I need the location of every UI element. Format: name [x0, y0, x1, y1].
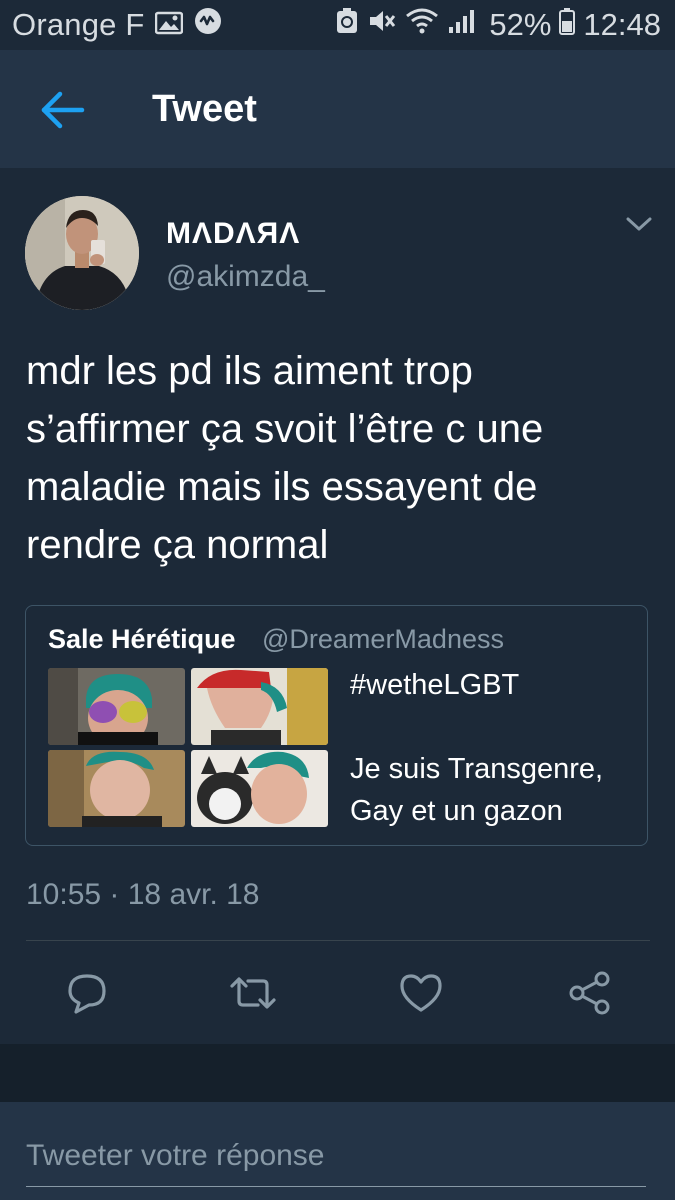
- like-button[interactable]: [396, 968, 446, 1018]
- tweet-detail: MΛDΛЯΛ @akimzda_ mdr les pd ils aiment t…: [0, 168, 675, 1045]
- tweet-screen: Orange F 52% 12:48 Tweet MΛDΛЯΛ @akimzda…: [0, 0, 675, 1200]
- wifi-icon: [405, 7, 439, 43]
- silent-icon: [367, 7, 397, 43]
- quoted-author-name: Sale Hérétique: [48, 624, 236, 654]
- reply-input[interactable]: [26, 1126, 646, 1187]
- musically-icon: [193, 6, 223, 44]
- retweet-icon: [230, 977, 276, 1009]
- quoted-media-grid[interactable]: [48, 668, 328, 828]
- tweet-timestamp: 10:55 · 18 avr. 18: [26, 878, 260, 911]
- share-button[interactable]: [565, 968, 615, 1018]
- arrow-left-icon: [41, 91, 85, 129]
- quoted-photo[interactable]: [48, 750, 185, 827]
- share-icon: [569, 971, 610, 1015]
- tweet-actions: [0, 968, 675, 1024]
- image-icon: [154, 7, 183, 43]
- chevron-down-icon: [626, 217, 652, 231]
- avatar[interactable]: [25, 196, 139, 310]
- reply-button[interactable]: [62, 968, 112, 1018]
- back-button[interactable]: [38, 90, 88, 130]
- quoted-tweet[interactable]: Sale Hérétique @DreamerMadness #wetheLGB…: [25, 605, 648, 846]
- quoted-photo[interactable]: [191, 668, 328, 745]
- retweet-button[interactable]: [228, 968, 278, 1018]
- page-title: Tweet: [152, 88, 257, 130]
- section-gap: [0, 1044, 675, 1103]
- author-display-name[interactable]: MΛDΛЯΛ: [166, 217, 300, 251]
- quoted-tweet-text: #wetheLGBT Je suis Transgenre, Gay et un…: [350, 669, 604, 827]
- signal-icon: [447, 7, 477, 43]
- divider: [26, 940, 650, 941]
- reply-composer: [0, 1102, 675, 1200]
- battery-percent: 52%: [489, 7, 552, 42]
- tweet-text: mdr les pd ils aiment trop s’affirmer ça…: [26, 349, 544, 567]
- author-handle[interactable]: @akimzda_: [166, 260, 325, 294]
- tweet-menu-button[interactable]: [624, 214, 654, 234]
- quoted-author-handle: @DreamerMadness: [262, 624, 504, 654]
- carrier-label: Orange F: [12, 7, 145, 42]
- top-app-bar: Tweet: [0, 50, 675, 169]
- quoted-photo[interactable]: [191, 750, 328, 827]
- clock: 12:48: [583, 7, 661, 42]
- quoted-photo[interactable]: [48, 668, 185, 745]
- like-icon: [400, 974, 442, 1012]
- battery-icon: [559, 7, 576, 43]
- status-bar: Orange F 52% 12:48: [0, 0, 675, 50]
- reply-icon: [68, 974, 106, 1014]
- sync-icon: [335, 7, 359, 43]
